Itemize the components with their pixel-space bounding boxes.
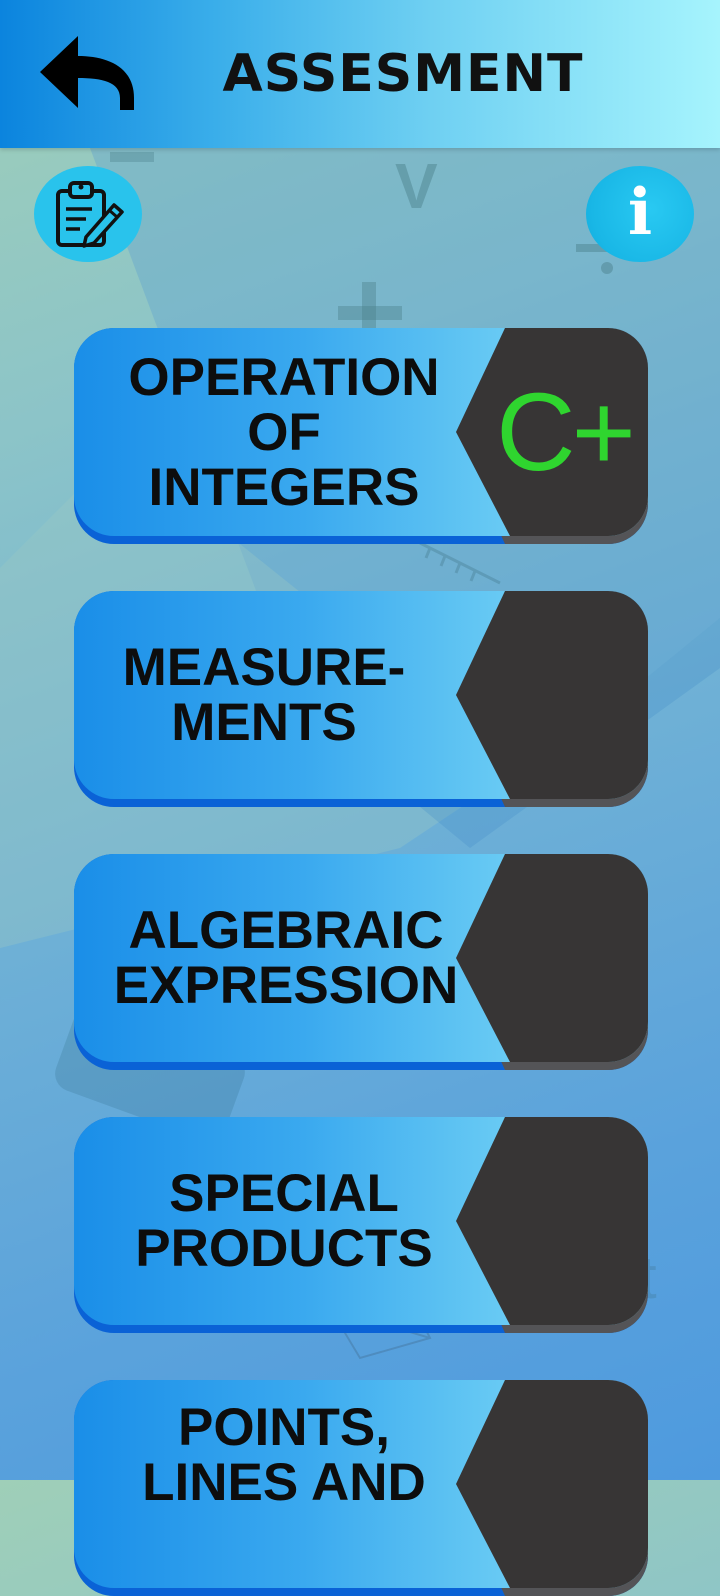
card-body: POINTS, LINES AND [74,1380,648,1588]
topic-card-algebraic-expression[interactable]: ALGEBRAIC EXPRESSION [74,854,648,1070]
topic-card-points-lines-and[interactable]: POINTS, LINES AND [74,1380,648,1596]
topic-label: SPECIAL PRODUCTS [135,1164,433,1278]
grade-value [470,1380,648,1588]
grade-value [470,591,648,799]
topic-label: MEASURE- MENTS [122,638,406,752]
grade-value: C+ [496,370,636,494]
topic-card-operation-of-integers[interactable]: OPERATION OF INTEGERS C+ [74,328,648,544]
topic-label: OPERATION OF INTEGERS [128,347,440,517]
topic-label: ALGEBRAIC EXPRESSION [113,901,459,1015]
topic-list: OPERATION OF INTEGERS C+ MEASURE- MENTS … [0,0,720,1596]
grade-value [470,1117,648,1325]
grade-value [470,854,648,1062]
card-body: SPECIAL PRODUCTS [74,1117,648,1325]
card-body: MEASURE- MENTS [74,591,648,799]
topic-card-special-products[interactable]: SPECIAL PRODUCTS [74,1117,648,1333]
card-body: ALGEBRAIC EXPRESSION [74,854,648,1062]
topic-card-measurements[interactable]: MEASURE- MENTS [74,591,648,807]
card-body: OPERATION OF INTEGERS C+ [74,328,648,536]
topic-label: POINTS, LINES AND [142,1398,426,1512]
